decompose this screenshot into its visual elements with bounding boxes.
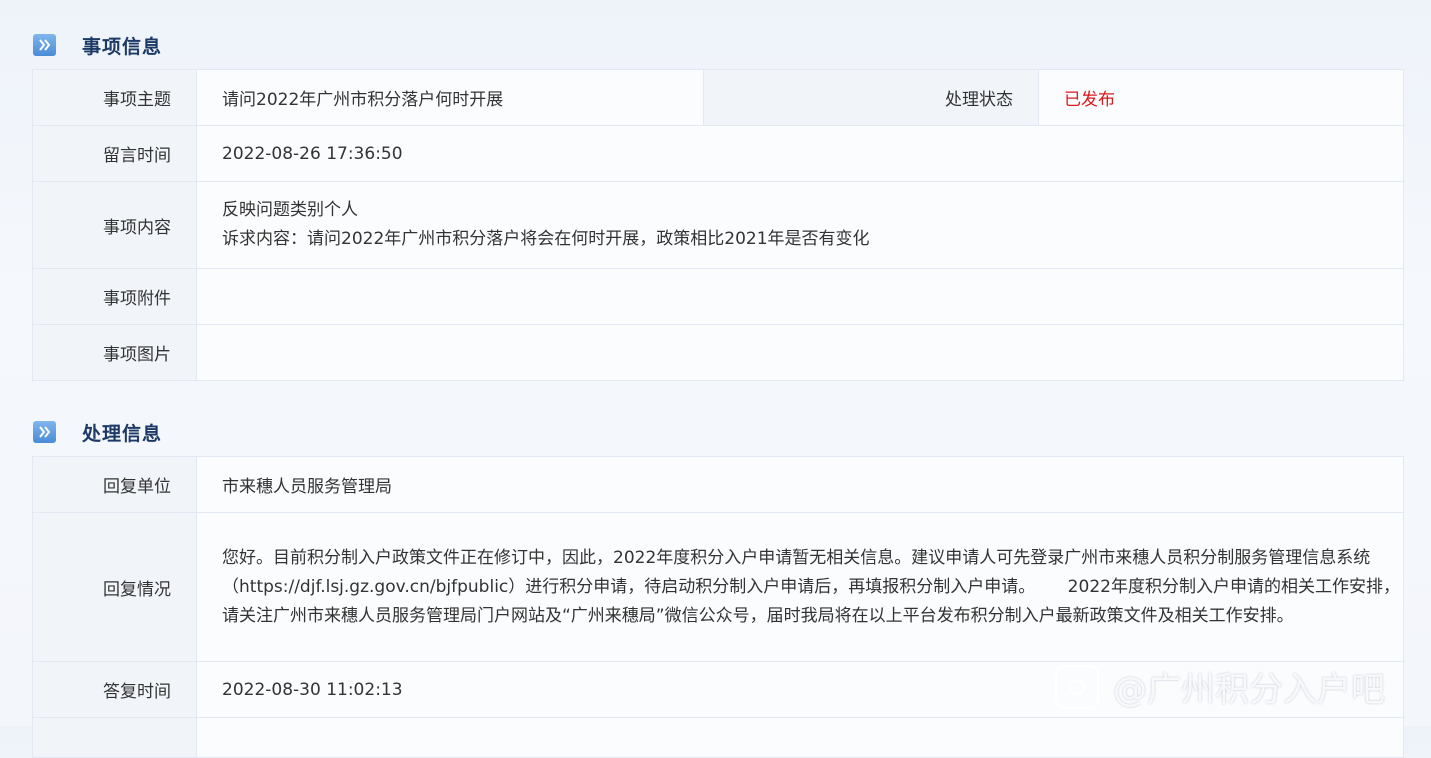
message-time-label: 留言时间 [32, 125, 197, 182]
content-category-line: 反映问题类别个人 [222, 200, 358, 220]
double-chevron-right-icon [33, 421, 56, 443]
table-row: 事项图片 [32, 324, 1404, 381]
processing-section-title: 处理信息 [82, 422, 163, 445]
processing-section-header: 处理信息 [33, 418, 162, 446]
image-label: 事项图片 [32, 324, 197, 381]
table-row: 留言时间 2022-08-26 17:36:50 [32, 125, 1404, 182]
weibo-logo-icon [1055, 664, 1099, 709]
matter-section-title: 事项信息 [82, 35, 163, 58]
reply-unit-value: 市来穗人员服务管理局 [196, 456, 1404, 513]
content-value: 反映问题类别个人 诉求内容：请问2022年广州市积分落户将会在何时开展，政策相比… [196, 181, 1404, 269]
table-row: 回复单位 市来穗人员服务管理局 [32, 456, 1404, 513]
processing-info-table: 回复单位 市来穗人员服务管理局 回复情况 您好。目前积分制入户政策文件正在修订中… [32, 456, 1404, 758]
attachment-label: 事项附件 [32, 268, 197, 325]
status-label: 处理状态 [703, 69, 1039, 126]
matter-info-table: 事项主题 请问2022年广州市积分落户何时开展 处理状态 已发布 留言时间 20… [32, 69, 1404, 381]
watermark: @广州积分入户吧 [1055, 662, 1385, 711]
subject-label: 事项主题 [32, 69, 197, 126]
watermark-text: @广州积分入户吧 [1113, 670, 1385, 710]
message-time-value: 2022-08-26 17:36:50 [196, 125, 1404, 182]
table-row: 事项内容 反映问题类别个人 诉求内容：请问2022年广州市积分落户将会在何时开展… [32, 181, 1404, 269]
matter-section-header: 事项信息 [33, 31, 162, 59]
image-value [196, 324, 1404, 381]
table-row: 事项附件 [32, 268, 1404, 325]
extra-row-value [196, 717, 1404, 758]
subject-value: 请问2022年广州市积分落户何时开展 [196, 69, 704, 126]
content-label: 事项内容 [32, 181, 197, 269]
extra-row-label [32, 717, 197, 758]
content-request-line: 诉求内容：请问2022年广州市积分落户将会在何时开展，政策相比2021年是否有变… [222, 229, 870, 249]
attachment-value [196, 268, 1404, 325]
status-badge: 已发布 [1038, 69, 1404, 126]
table-row: 事项主题 请问2022年广州市积分落户何时开展 处理状态 已发布 [32, 69, 1404, 126]
reply-unit-label: 回复单位 [32, 456, 197, 513]
reply-time-label: 答复时间 [32, 661, 197, 718]
reply-status-value: 您好。目前积分制入户政策文件正在修订中，因此，2022年度积分入户申请暂无相关信… [196, 512, 1404, 662]
reply-status-label: 回复情况 [32, 512, 197, 662]
double-chevron-right-icon [33, 34, 56, 56]
table-row: 回复情况 您好。目前积分制入户政策文件正在修订中，因此，2022年度积分入户申请… [32, 512, 1404, 662]
table-row [32, 717, 1404, 758]
